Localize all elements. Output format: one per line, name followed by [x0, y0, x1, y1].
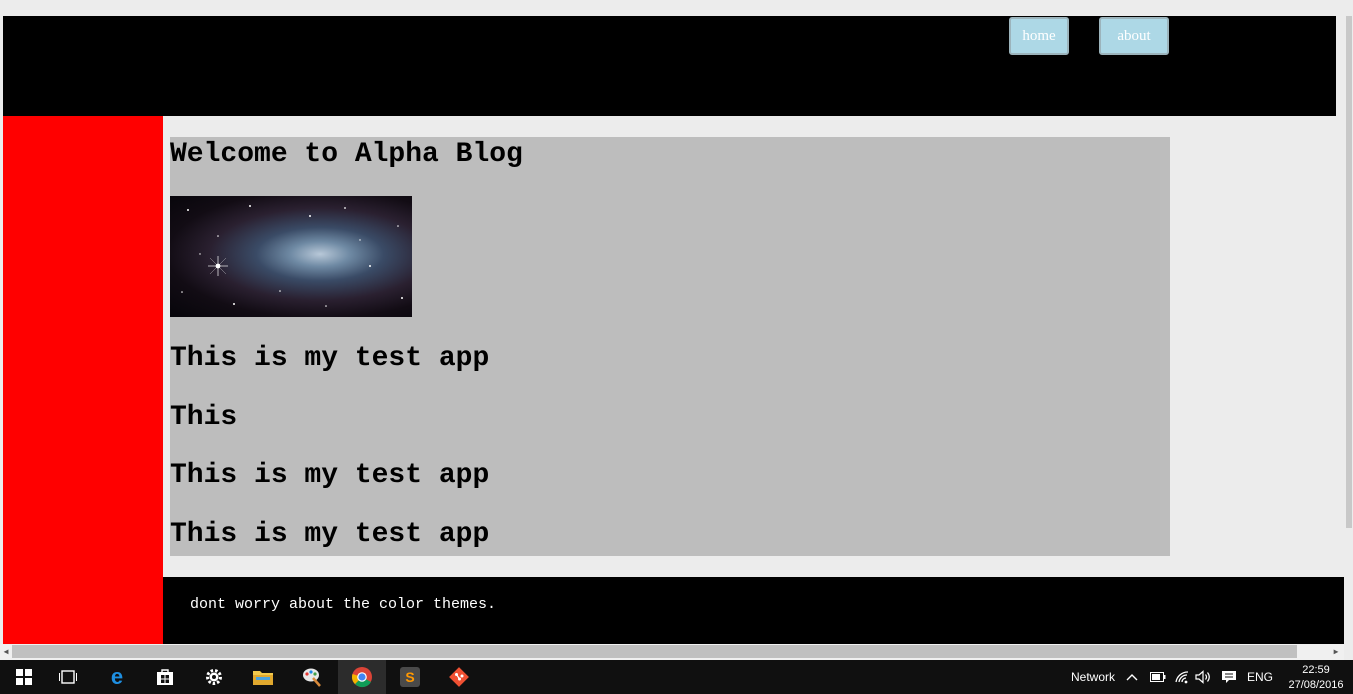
- clock[interactable]: 22:59 27/08/2016: [1283, 663, 1349, 693]
- settings-icon[interactable]: [190, 660, 238, 694]
- paint-icon[interactable]: [288, 660, 336, 694]
- chrome-icon[interactable]: [338, 660, 386, 694]
- scroll-right-arrow-icon[interactable]: ▶: [1330, 644, 1342, 660]
- site-footer: dont worry about the color themes.: [163, 577, 1344, 644]
- clock-date: 27/08/2016: [1288, 679, 1344, 691]
- battery-icon[interactable]: [1150, 660, 1166, 694]
- sidebar: [3, 116, 163, 644]
- nav-home-button[interactable]: home: [1009, 17, 1069, 55]
- svg-text:e: e: [111, 666, 123, 688]
- language-indicator[interactable]: ENG: [1247, 660, 1273, 694]
- content-line: This is my test app: [170, 343, 490, 374]
- horizontal-scrollbar-thumb[interactable]: [12, 645, 1297, 658]
- main-content: Welcome to Alpha Blog This is my test ap…: [170, 137, 1170, 556]
- browser-viewport: home about Welcome to Alpha Blog This is…: [0, 0, 1353, 660]
- vertical-scrollbar[interactable]: [1344, 16, 1353, 644]
- horizontal-scrollbar[interactable]: ◀ ▶: [0, 644, 1344, 660]
- footer-text: dont worry about the color themes.: [190, 596, 497, 613]
- tray-network-label[interactable]: Network: [1071, 660, 1115, 694]
- git-icon[interactable]: [435, 660, 483, 694]
- scroll-left-arrow-icon[interactable]: ◀: [0, 644, 12, 660]
- nav-about-button[interactable]: about: [1099, 17, 1169, 55]
- windows-start-icon[interactable]: [0, 660, 48, 694]
- svg-text:S: S: [405, 669, 414, 685]
- edge-icon[interactable]: e: [93, 660, 141, 694]
- page-title: Welcome to Alpha Blog: [170, 139, 523, 170]
- file-explorer-icon[interactable]: [239, 660, 287, 694]
- content-line: This: [170, 402, 238, 433]
- show-hidden-icons-chevron-icon[interactable]: [1126, 660, 1138, 694]
- clock-time: 22:59: [1302, 664, 1330, 676]
- volume-icon[interactable]: [1195, 660, 1211, 694]
- sublime-text-icon[interactable]: S: [386, 660, 434, 694]
- action-center-icon[interactable]: [1221, 660, 1237, 694]
- site-header: home about: [3, 16, 1336, 116]
- content-line: This is my test app: [170, 519, 490, 550]
- content-line: This is my test app: [170, 460, 490, 491]
- task-view-icon[interactable]: [44, 660, 92, 694]
- nebula-image: [170, 196, 412, 317]
- wifi-icon[interactable]: [1174, 660, 1190, 694]
- taskbar: e S Network ENG 22:59 27/08/2016: [0, 660, 1353, 694]
- store-icon[interactable]: [141, 660, 189, 694]
- vertical-scrollbar-thumb[interactable]: [1346, 16, 1352, 528]
